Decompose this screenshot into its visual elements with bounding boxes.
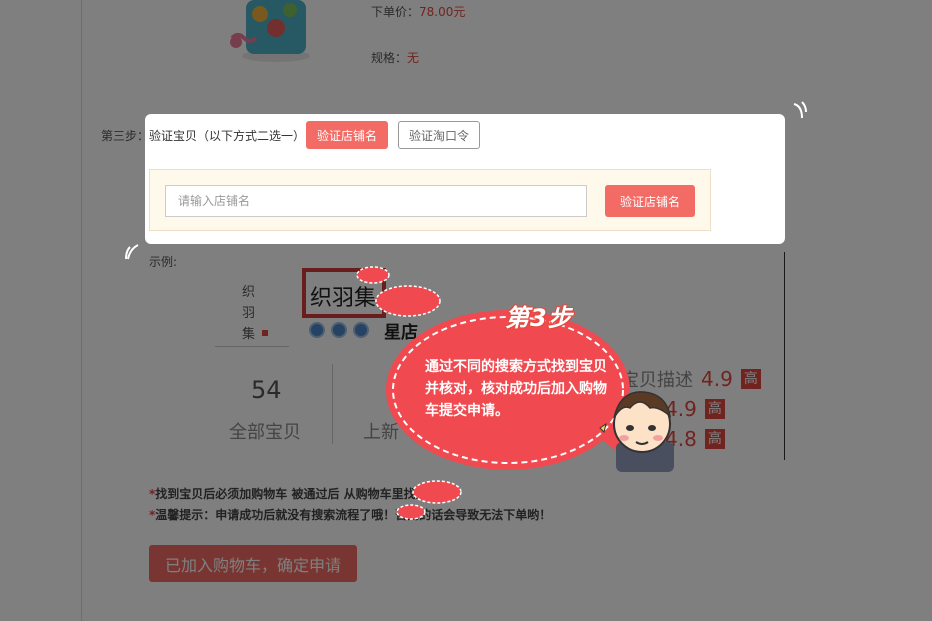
tooltip-text: 通过不同的搜索方式找到宝贝并核对，核对成功后加入购物车提交申请。 xyxy=(425,359,607,419)
verify-item-label: 验证宝贝（以下方式二选一） xyxy=(149,129,306,143)
page: 下单价：78.00元 规格：无 第三步： 示例: 织羽集 织羽集 星店 54 全… xyxy=(0,0,932,621)
shop-name-input[interactable] xyxy=(165,185,587,217)
sparkle-icon xyxy=(125,244,139,260)
verify-shop-button[interactable]: 验证店铺名 xyxy=(605,185,695,217)
sparkle-icon xyxy=(793,101,807,119)
verify-item-panel: 验证宝贝（以下方式二选一） 验证店铺名 验证淘口令 验证店铺名 xyxy=(145,114,785,244)
speech-blob-icon xyxy=(396,480,462,520)
shop-input-panel: 验证店铺名 xyxy=(149,169,711,231)
cartoon-mascot-icon xyxy=(599,391,674,472)
tab-verify-shop[interactable]: 验证店铺名 xyxy=(306,121,388,149)
tab-verify-token[interactable]: 验证淘口令 xyxy=(398,121,480,149)
step-title: 第3步 xyxy=(505,304,573,332)
